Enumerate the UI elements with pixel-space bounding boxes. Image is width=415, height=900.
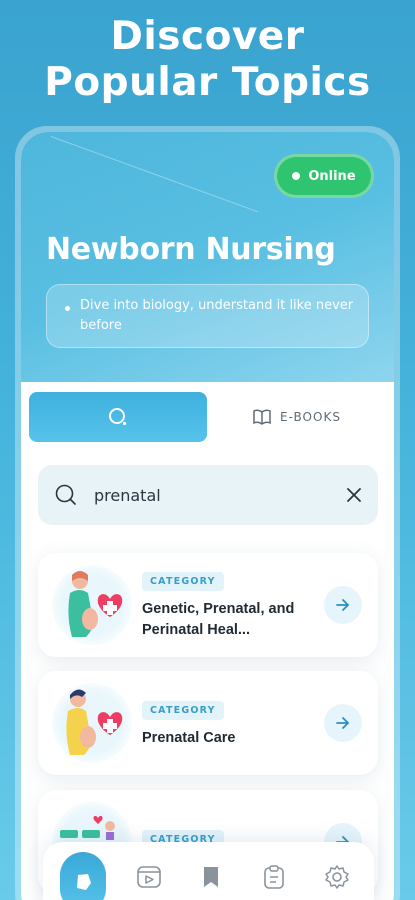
clipboard-icon [264, 865, 284, 889]
search-bar [38, 465, 378, 525]
nav-videos[interactable] [129, 857, 169, 897]
nav-notes[interactable] [254, 857, 294, 897]
category-badge: CATEGORY [142, 572, 224, 591]
hero-title: Newborn Nursing [46, 232, 336, 267]
online-status-badge: Online [274, 154, 374, 198]
result-card[interactable]: CATEGORY Genetic, Prenatal, and Perinata… [38, 553, 378, 657]
tab-ebooks-label: E-BOOKS [280, 410, 341, 424]
clear-search-icon[interactable] [346, 487, 362, 503]
home-icon [77, 874, 92, 890]
arrow-right-icon [336, 599, 349, 611]
hero-subtitle-box: Dive into biology, understand it like ne… [46, 284, 369, 348]
card-title: Genetic, Prenatal, and Perinatal Heal... [142, 601, 295, 638]
bookmark-icon [204, 867, 219, 887]
open-arrow-button[interactable] [324, 586, 362, 624]
pregnant-woman-heart-illustration [52, 683, 132, 763]
bullet-icon [65, 305, 70, 311]
online-status-label: Online [308, 168, 356, 184]
headline-line-1: Discover [110, 14, 305, 59]
search-icon [55, 484, 76, 505]
category-badge: CATEGORY [142, 700, 224, 720]
book-icon [253, 409, 271, 425]
tab-bar: E-BOOKS [29, 392, 386, 442]
card-title: Prenatal Care [142, 729, 236, 746]
open-arrow-button[interactable] [324, 704, 362, 742]
pregnant-woman-heart-illustration [52, 565, 132, 645]
headline-line-2: Popular Topics [44, 60, 371, 105]
settings-icon [324, 865, 349, 889]
hero-banner: Online Newborn Nursing Dive into biology… [21, 132, 394, 382]
result-card[interactable]: CATEGORY Prenatal Care [38, 671, 378, 775]
nav-home[interactable] [60, 852, 107, 900]
nav-bookmarks[interactable] [191, 857, 231, 897]
search-icon [109, 408, 127, 426]
page-headline: Discover Popular Topics [0, 14, 415, 106]
phone-frame: Online Newborn Nursing Dive into biology… [15, 126, 400, 900]
arrow-right-icon [336, 717, 349, 729]
nav-settings[interactable] [317, 857, 357, 897]
bottom-nav-bar [43, 842, 374, 900]
tab-search[interactable] [29, 392, 207, 442]
decorative-line [50, 136, 258, 213]
tab-ebooks[interactable]: E-BOOKS [207, 392, 386, 442]
app-screen: Online Newborn Nursing Dive into biology… [21, 132, 394, 900]
online-dot-icon [292, 172, 301, 180]
search-input[interactable] [94, 485, 346, 505]
video-icon [137, 866, 161, 888]
hero-subtitle: Dive into biology, understand it like ne… [80, 298, 354, 333]
